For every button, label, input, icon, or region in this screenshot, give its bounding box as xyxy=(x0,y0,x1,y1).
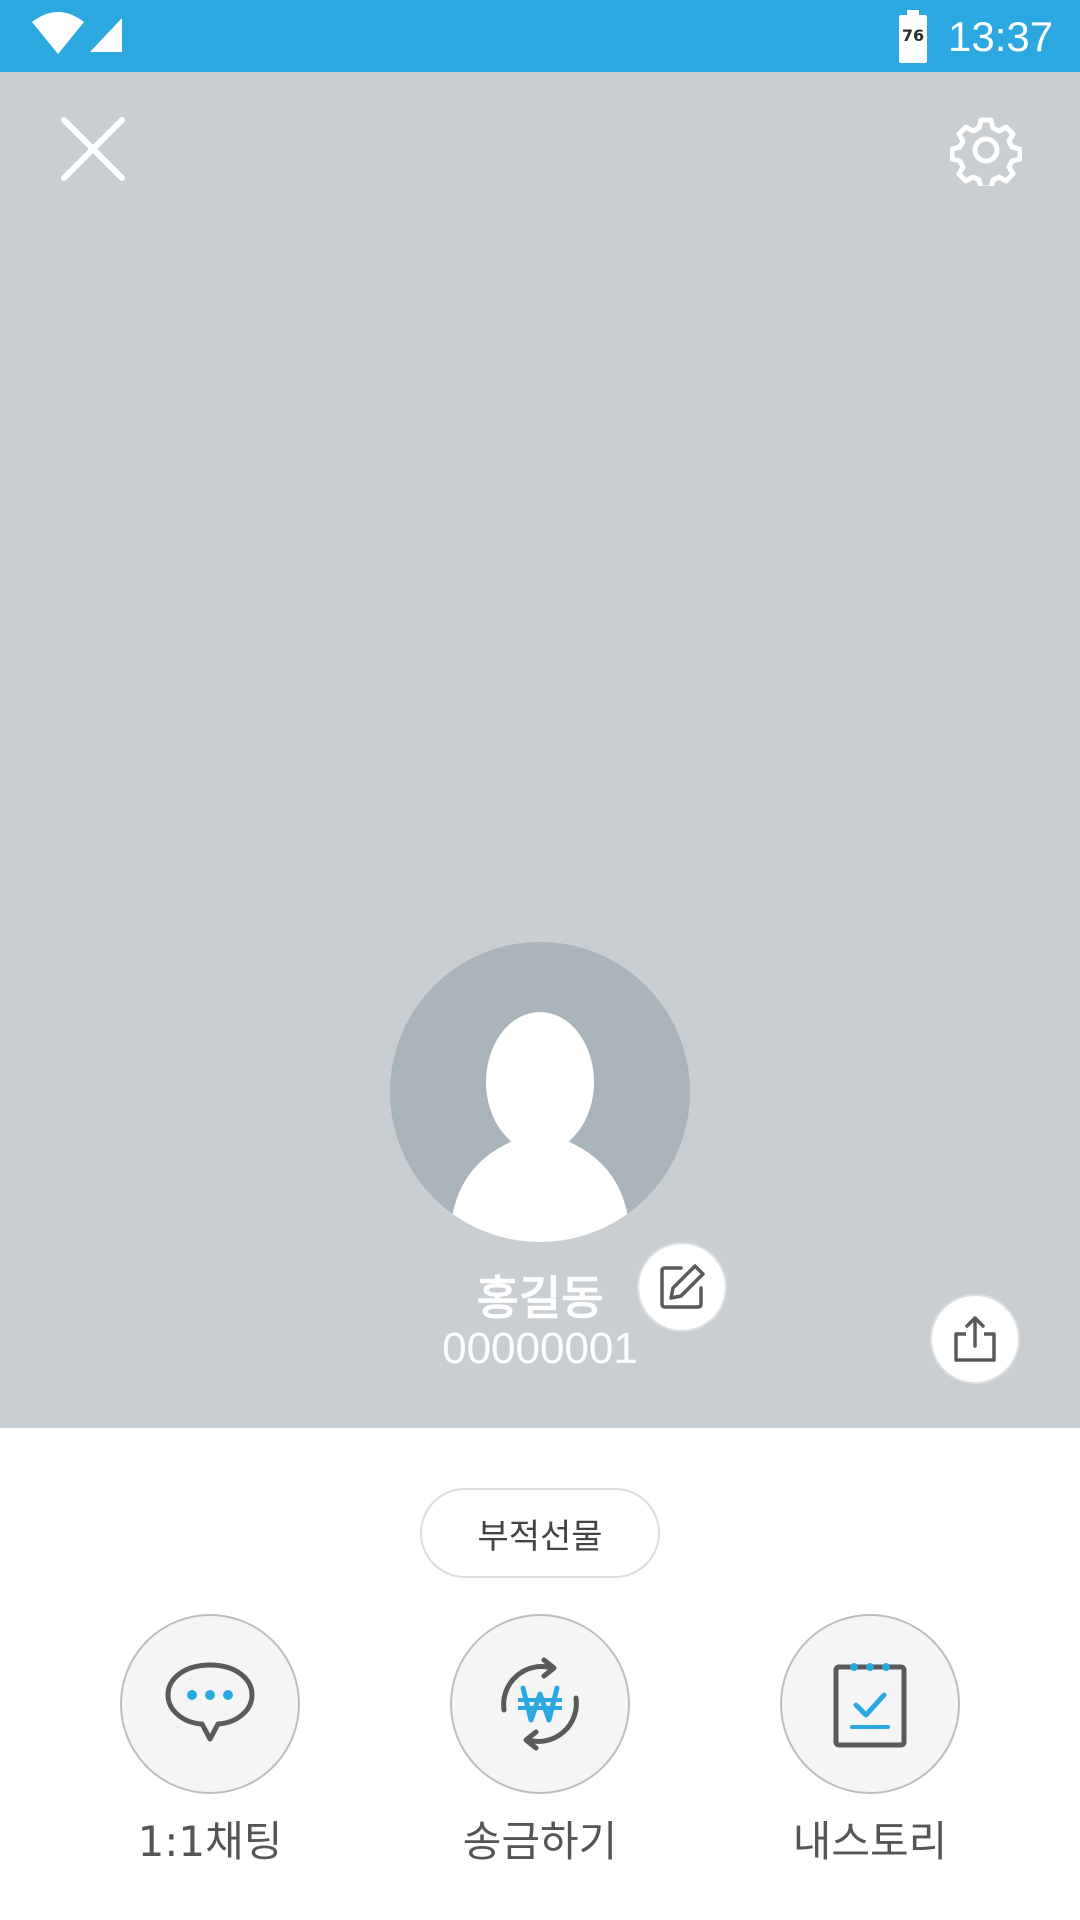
status-time: 13:37 xyxy=(948,13,1054,60)
share-button[interactable] xyxy=(930,1294,1020,1384)
send-money-action-label: 송금하기 xyxy=(462,1817,618,1866)
wifi-icon xyxy=(30,10,86,60)
edit-icon xyxy=(660,1264,705,1309)
profile-background: 홍길동 00000001 xyxy=(0,72,1080,1428)
close-icon xyxy=(61,117,125,181)
share-icon xyxy=(954,1316,996,1362)
avatar[interactable] xyxy=(390,942,690,1242)
gift-charm-button[interactable]: 부적선물 xyxy=(420,1488,660,1578)
edit-profile-button[interactable] xyxy=(637,1242,727,1332)
battery-level: 76 xyxy=(901,26,925,45)
my-story-action[interactable]: 내스토리 xyxy=(760,1614,980,1869)
status-bar: 76 13:37 xyxy=(0,0,1080,72)
story-notebook-icon xyxy=(833,1663,907,1748)
won-transfer-icon xyxy=(501,1657,579,1751)
chat-action-circle[interactable] xyxy=(120,1614,300,1794)
profile-id: 00000001 xyxy=(442,1324,638,1373)
send-money-action[interactable]: 송금하기 xyxy=(430,1614,650,1869)
my-story-action-label: 내스토리 xyxy=(792,1817,948,1866)
chat-action-label: 1:1채팅 xyxy=(137,1817,283,1866)
gear-icon xyxy=(949,117,1023,191)
chat-bubble-icon xyxy=(165,1662,255,1742)
default-avatar-icon xyxy=(450,1012,630,1242)
send-money-action-circle[interactable] xyxy=(450,1614,630,1794)
signal-icon xyxy=(88,16,124,58)
my-story-action-circle[interactable] xyxy=(780,1614,960,1794)
close-button[interactable] xyxy=(58,114,128,184)
chat-action[interactable]: 1:1채팅 xyxy=(100,1614,320,1869)
settings-button[interactable] xyxy=(949,114,1023,191)
